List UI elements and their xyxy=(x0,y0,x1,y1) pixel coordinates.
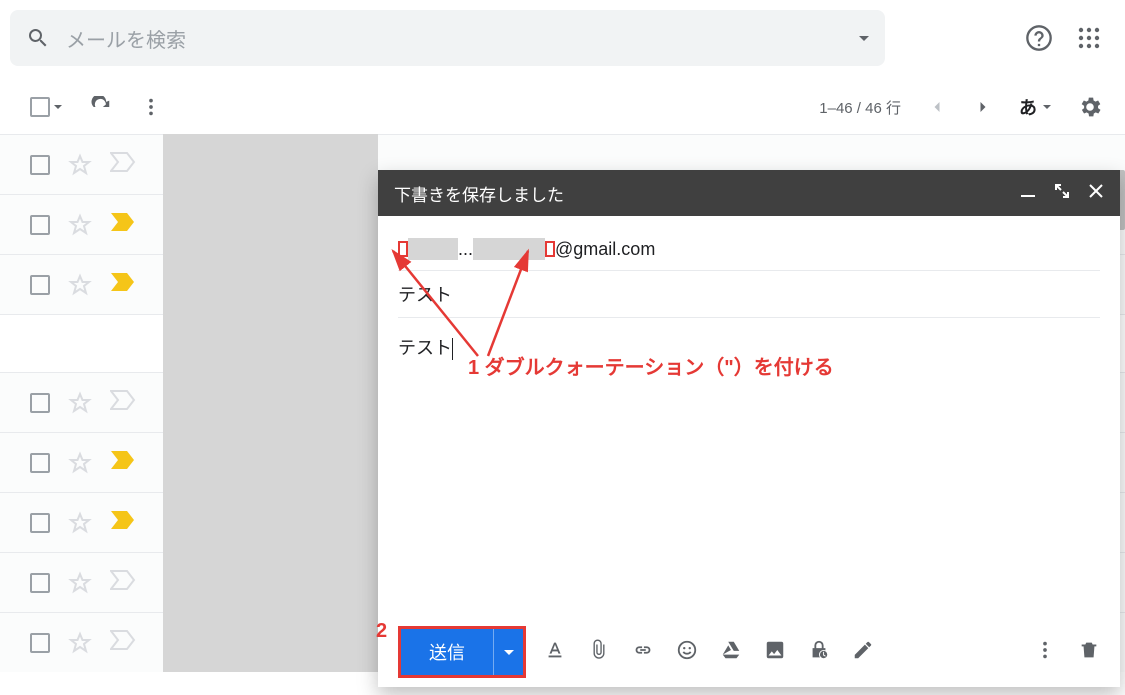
input-method-label: あ xyxy=(1019,94,1037,120)
pen-icon[interactable] xyxy=(852,639,874,666)
row-checkbox[interactable] xyxy=(30,573,50,593)
body-field[interactable]: テスト xyxy=(398,318,1100,360)
toolbar-right: 1–46 / 46 行 あ xyxy=(819,94,1103,120)
link-icon[interactable] xyxy=(632,639,654,666)
star-icon[interactable] xyxy=(68,213,92,237)
star-icon[interactable] xyxy=(68,391,92,415)
star-icon[interactable] xyxy=(68,451,92,475)
trash-icon[interactable] xyxy=(1078,639,1100,666)
annotation-quote-end xyxy=(545,241,555,257)
more-vert-icon[interactable] xyxy=(140,96,162,118)
image-icon[interactable] xyxy=(764,639,786,666)
important-icon[interactable] xyxy=(110,272,136,297)
input-method-caret-icon xyxy=(1043,105,1051,109)
apps-grid-icon[interactable] xyxy=(1077,26,1101,50)
drive-icon[interactable] xyxy=(720,639,742,666)
header: メールを検索 xyxy=(0,0,1125,76)
send-label: 送信 xyxy=(429,639,465,665)
row-checkbox[interactable] xyxy=(30,393,50,413)
format-text-icon[interactable] xyxy=(544,639,566,666)
important-icon[interactable] xyxy=(110,570,136,595)
send-button[interactable]: 送信 xyxy=(401,629,493,675)
important-icon[interactable] xyxy=(110,450,136,475)
select-all[interactable] xyxy=(30,97,62,117)
attach-icon[interactable] xyxy=(588,639,610,666)
row-checkbox[interactable] xyxy=(30,633,50,653)
subject-text: テスト xyxy=(398,281,452,307)
search-options-caret-icon[interactable] xyxy=(859,36,869,41)
star-icon[interactable] xyxy=(68,511,92,535)
caret-down-icon xyxy=(504,650,514,655)
row-checkbox[interactable] xyxy=(30,155,50,175)
row-checkbox[interactable] xyxy=(30,513,50,533)
recipient-dots: ... xyxy=(458,239,473,260)
row-checkbox[interactable] xyxy=(30,215,50,235)
body-text: テスト xyxy=(398,338,452,358)
important-icon[interactable] xyxy=(110,152,136,177)
important-icon[interactable] xyxy=(110,390,136,415)
compose-header[interactable]: 下書きを保存しました xyxy=(378,170,1120,216)
toolbar: 1–46 / 46 行 あ xyxy=(0,76,1125,134)
send-more-button[interactable] xyxy=(493,629,523,675)
search-placeholder: メールを検索 xyxy=(66,24,843,53)
compose-body: ... @gmail.com テスト テスト 1 ダブルクォーテーション（"）を… xyxy=(378,216,1120,617)
row-checkbox[interactable] xyxy=(30,453,50,473)
prev-page-icon[interactable] xyxy=(927,97,947,117)
star-icon[interactable] xyxy=(68,273,92,297)
minimize-icon[interactable] xyxy=(1020,183,1036,204)
star-icon[interactable] xyxy=(68,571,92,595)
important-icon[interactable] xyxy=(110,510,136,535)
recipient-redacted-2 xyxy=(473,238,545,260)
select-caret-icon xyxy=(54,105,62,109)
settings-gear-icon[interactable] xyxy=(1077,94,1103,120)
important-icon[interactable] xyxy=(110,212,136,237)
text-cursor xyxy=(452,338,453,360)
footer-right xyxy=(1034,639,1100,666)
search-icon xyxy=(26,26,50,50)
compose-footer: 2 送信 xyxy=(378,617,1120,687)
send-group: 送信 xyxy=(398,626,526,678)
recipient-field[interactable]: ... @gmail.com xyxy=(398,228,1100,271)
compose-window: 下書きを保存しました ... @gmail.com テスト テスト 1 xyxy=(378,170,1120,687)
close-icon[interactable] xyxy=(1088,183,1104,204)
more-vert-icon[interactable] xyxy=(1034,639,1056,666)
format-toolbar xyxy=(544,639,874,666)
recipient-suffix: @gmail.com xyxy=(555,239,655,260)
confidential-icon[interactable] xyxy=(808,639,830,666)
annotation-quote-start xyxy=(398,241,408,257)
help-icon[interactable] xyxy=(1025,24,1053,52)
emoji-icon[interactable] xyxy=(676,639,698,666)
input-method[interactable]: あ xyxy=(1019,94,1051,120)
checkbox-icon xyxy=(30,97,50,117)
subject-field[interactable]: テスト xyxy=(398,271,1100,318)
next-page-icon[interactable] xyxy=(973,97,993,117)
list-overlay xyxy=(163,134,378,672)
recipient-redacted-1 xyxy=(408,238,458,260)
header-right xyxy=(1025,24,1109,52)
compose-title: 下書きを保存しました xyxy=(394,181,564,206)
pagination-range: 1–46 / 46 行 xyxy=(819,97,901,118)
star-icon[interactable] xyxy=(68,631,92,655)
annotation-step2: 2 xyxy=(376,620,387,643)
row-checkbox[interactable] xyxy=(30,275,50,295)
fullscreen-icon[interactable] xyxy=(1054,183,1070,204)
refresh-icon[interactable] xyxy=(90,96,112,118)
important-icon[interactable] xyxy=(110,630,136,655)
search-bar[interactable]: メールを検索 xyxy=(10,10,885,66)
star-icon[interactable] xyxy=(68,153,92,177)
